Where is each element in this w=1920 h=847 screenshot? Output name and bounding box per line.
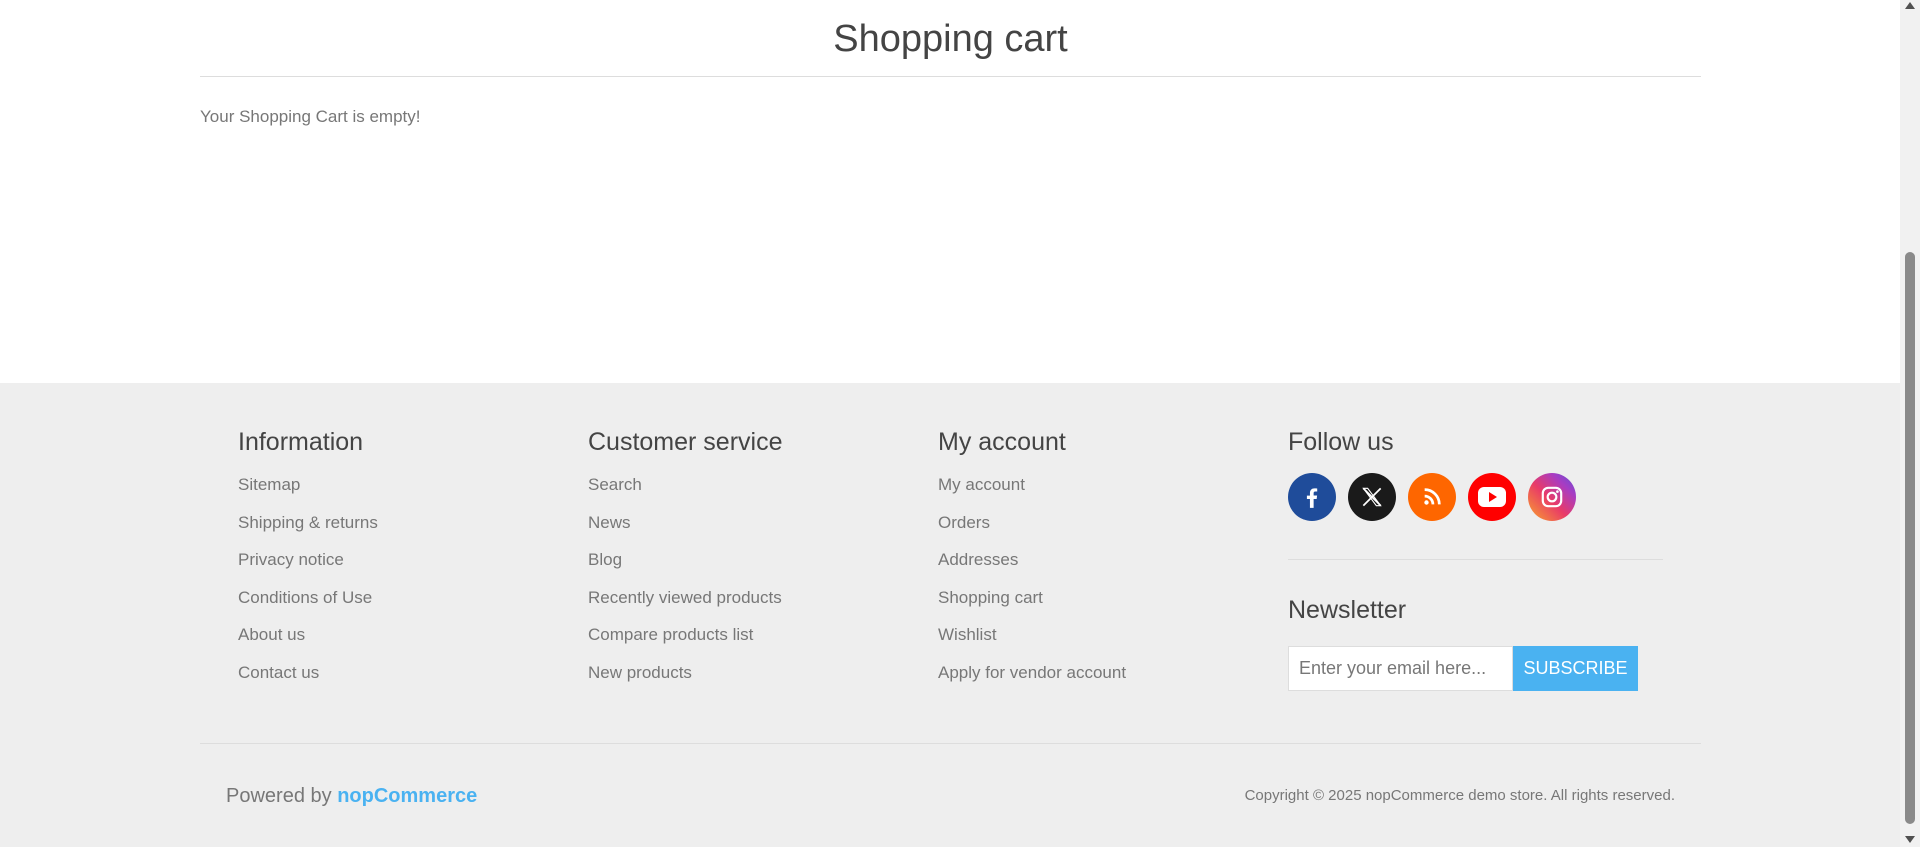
- powered-by: Powered by nopCommerce: [226, 785, 477, 808]
- footer-information-heading: Information: [238, 428, 364, 456]
- subscribe-button[interactable]: SUBSCRIBE: [1513, 646, 1638, 691]
- footer-customer-service-column: Customer service Search News Blog Recent…: [588, 427, 783, 698]
- footer-my-account-column: My account My account Orders Addresses S…: [938, 427, 1126, 698]
- instagram-icon[interactable]: [1528, 473, 1576, 521]
- footer-link-new-products[interactable]: New products: [588, 661, 783, 699]
- footer-link-shopping-cart[interactable]: Shopping cart: [938, 586, 1126, 624]
- footer-follow-us-heading: Follow us: [1288, 428, 1394, 456]
- page-title: Shopping cart: [833, 18, 1068, 60]
- footer: Information Sitemap Shipping & returns P…: [0, 383, 1900, 847]
- follow-us-divider: [1288, 559, 1663, 560]
- nopcommerce-link[interactable]: nopCommerce: [337, 785, 477, 807]
- footer-link-contact-us[interactable]: Contact us: [238, 661, 378, 699]
- facebook-icon[interactable]: [1288, 473, 1336, 521]
- footer-link-addresses[interactable]: Addresses: [938, 548, 1126, 586]
- footer-link-privacy-notice[interactable]: Privacy notice: [238, 548, 378, 586]
- footer-my-account-heading: My account: [938, 428, 1066, 456]
- empty-cart-message: Your Shopping Cart is empty!: [200, 107, 421, 126]
- youtube-icon[interactable]: [1468, 473, 1516, 521]
- powered-by-prefix: Powered by: [226, 785, 332, 807]
- main-content: Shopping cart Your Shopping Cart is empt…: [0, 0, 1900, 383]
- scrollbar-thumb[interactable]: [1905, 252, 1915, 824]
- newsletter-email-input[interactable]: [1288, 646, 1513, 691]
- newsletter-heading: Newsletter: [1288, 596, 1407, 624]
- scroll-down-arrow-icon[interactable]: [1905, 836, 1915, 843]
- footer-link-recently-viewed[interactable]: Recently viewed products: [588, 586, 783, 624]
- footer-link-blog[interactable]: Blog: [588, 548, 783, 586]
- newsletter-form: SUBSCRIBE: [1288, 646, 1638, 691]
- footer-link-wishlist[interactable]: Wishlist: [938, 623, 1126, 661]
- footer-bottom-divider: [200, 743, 1701, 744]
- copyright-text: Copyright © 2025 nopCommerce demo store.…: [1244, 787, 1675, 804]
- footer-link-search[interactable]: Search: [588, 473, 783, 511]
- rss-icon[interactable]: [1408, 473, 1456, 521]
- footer-link-conditions-of-use[interactable]: Conditions of Use: [238, 586, 378, 624]
- footer-link-my-account[interactable]: My account: [938, 473, 1126, 511]
- scroll-up-arrow-icon[interactable]: [1905, 2, 1915, 9]
- footer-link-sitemap[interactable]: Sitemap: [238, 473, 378, 511]
- footer-link-apply-vendor[interactable]: Apply for vendor account: [938, 661, 1126, 699]
- title-divider: [200, 76, 1701, 77]
- social-links: [1288, 473, 1576, 521]
- x-twitter-icon[interactable]: [1348, 473, 1396, 521]
- footer-follow-us-column: Follow us: [1288, 427, 1576, 521]
- footer-link-about-us[interactable]: About us: [238, 623, 378, 661]
- footer-link-orders[interactable]: Orders: [938, 511, 1126, 549]
- footer-link-news[interactable]: News: [588, 511, 783, 549]
- footer-link-compare-products[interactable]: Compare products list: [588, 623, 783, 661]
- page: Shopping cart Your Shopping Cart is empt…: [0, 0, 1900, 847]
- footer-customer-service-heading: Customer service: [588, 428, 783, 456]
- footer-information-column: Information Sitemap Shipping & returns P…: [238, 427, 378, 698]
- vertical-scrollbar[interactable]: [1900, 0, 1920, 847]
- footer-link-shipping-returns[interactable]: Shipping & returns: [238, 511, 378, 549]
